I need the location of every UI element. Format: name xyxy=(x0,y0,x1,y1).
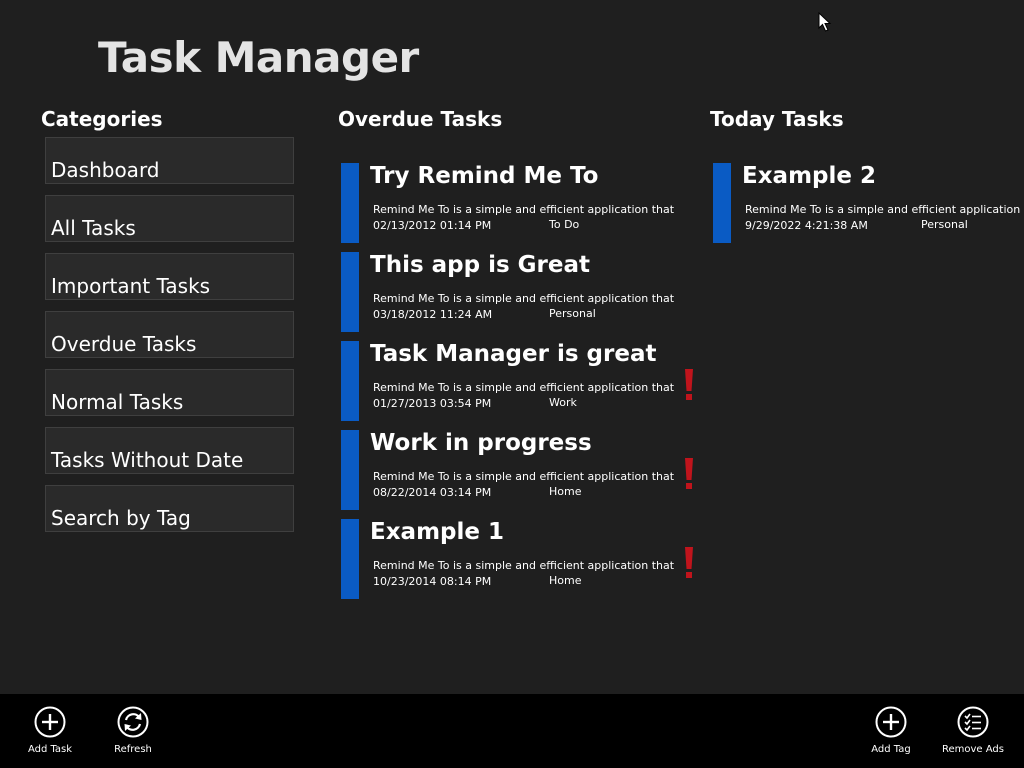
remove-ads-label: Remove Ads xyxy=(942,744,1004,755)
category-label: Normal Tasks xyxy=(51,390,184,414)
task-tile[interactable]: Task Manager is great Remind Me To is a s… xyxy=(341,341,701,421)
task-tag: Work xyxy=(549,396,577,409)
today-tasks-list: Example 2 Remind Me To is a simple and ef… xyxy=(713,163,1024,252)
task-color-bar xyxy=(341,519,359,599)
mouse-cursor-icon xyxy=(818,12,832,32)
task-color-bar xyxy=(341,252,359,332)
refresh-label: Refresh xyxy=(114,744,152,755)
category-label: Overdue Tasks xyxy=(51,332,197,356)
category-item-tasks-without-date[interactable]: Tasks Without Date xyxy=(45,427,294,474)
task-description: Remind Me To is a simple and efficient a… xyxy=(373,381,675,394)
category-item-search-by-tag[interactable]: Search by Tag xyxy=(45,485,294,532)
add-circle-icon xyxy=(875,706,907,738)
task-title: This app is Great xyxy=(370,252,591,278)
task-description: Remind Me To is a simple and efficient a… xyxy=(373,470,675,483)
refresh-button[interactable]: Refresh xyxy=(97,704,169,764)
task-due-date: 9/29/2022 4:21:38 AM xyxy=(745,219,868,232)
overdue-tasks-heading: Overdue Tasks xyxy=(338,107,503,131)
app-title: Task Manager xyxy=(98,33,419,82)
task-manager-app: Task Manager Categories Overdue Tasks To… xyxy=(0,0,1024,768)
add-task-label: Add Task xyxy=(27,744,73,755)
add-tag-button[interactable]: Add Tag xyxy=(855,704,927,764)
task-description: Remind Me To is a simple and efficient a… xyxy=(373,559,675,572)
category-label: Dashboard xyxy=(51,158,160,182)
category-label: All Tasks xyxy=(51,216,136,240)
category-label: Tasks Without Date xyxy=(51,448,244,472)
categories-heading: Categories xyxy=(41,107,163,131)
today-tasks-heading: Today Tasks xyxy=(710,107,844,131)
exclamation-icon xyxy=(685,547,693,578)
task-color-bar xyxy=(341,341,359,421)
category-item-dashboard[interactable]: Dashboard xyxy=(45,137,294,184)
task-title: Example 2 xyxy=(742,163,876,189)
category-item-normal-tasks[interactable]: Normal Tasks xyxy=(45,369,294,416)
exclamation-icon xyxy=(685,369,693,400)
task-tag: Home xyxy=(549,574,582,587)
task-due-date: 10/23/2014 08:14 PM xyxy=(373,575,492,588)
task-tile[interactable]: Try Remind Me To Remind Me To is a simple… xyxy=(341,163,701,243)
add-tag-label: Add Tag xyxy=(871,744,911,755)
task-title: Task Manager is great xyxy=(370,341,657,367)
task-tag: Personal xyxy=(921,218,968,231)
categories-list: Dashboard All Tasks Important Tasks Overdue… xyxy=(45,137,294,543)
overdue-tasks-list: Try Remind Me To Remind Me To is a simple… xyxy=(341,163,701,608)
remove-ads-button[interactable]: Remove Ads xyxy=(937,704,1009,764)
exclamation-icon xyxy=(685,458,693,489)
task-color-bar xyxy=(341,430,359,510)
task-tile[interactable]: Example 2 Remind Me To is a simple and ef… xyxy=(713,163,1024,243)
task-description: Remind Me To is a simple and efficient a… xyxy=(373,292,675,305)
task-due-date: 03/18/2012 11:24 AM xyxy=(373,308,493,321)
category-label: Search by Tag xyxy=(51,506,191,530)
category-item-important-tasks[interactable]: Important Tasks xyxy=(45,253,294,300)
task-due-date: 02/13/2012 01:14 PM xyxy=(373,219,492,232)
task-title: Example 1 xyxy=(370,519,504,545)
app-bar: Add Task Refresh Add Tag Remove Ads xyxy=(0,694,1024,768)
task-tag: To Do xyxy=(549,218,580,231)
task-tile[interactable]: Example 1 Remind Me To is a simple and ef… xyxy=(341,519,701,599)
category-item-all-tasks[interactable]: All Tasks xyxy=(45,195,294,242)
task-due-date: 01/27/2013 03:54 PM xyxy=(373,397,492,410)
task-tile[interactable]: This app is Great Remind Me To is a simpl… xyxy=(341,252,701,332)
task-description: Remind Me To is a simple and efficient a… xyxy=(373,203,675,216)
category-item-overdue-tasks[interactable]: Overdue Tasks xyxy=(45,311,294,358)
task-description: Remind Me To is a simple and efficient a… xyxy=(745,203,1024,216)
task-tag: Personal xyxy=(549,307,596,320)
task-due-date: 08/22/2014 03:14 PM xyxy=(373,486,492,499)
task-title: Try Remind Me To xyxy=(370,163,599,189)
refresh-circle-icon xyxy=(117,706,149,738)
task-color-bar xyxy=(713,163,731,243)
checklist-circle-icon xyxy=(957,706,989,738)
task-color-bar xyxy=(341,163,359,243)
category-label: Important Tasks xyxy=(51,274,211,298)
task-tag: Home xyxy=(549,485,582,498)
add-circle-icon xyxy=(34,706,66,738)
add-task-button[interactable]: Add Task xyxy=(14,704,86,764)
task-title: Work in progress xyxy=(370,430,592,456)
task-tile[interactable]: Work in progress Remind Me To is a simple… xyxy=(341,430,701,510)
